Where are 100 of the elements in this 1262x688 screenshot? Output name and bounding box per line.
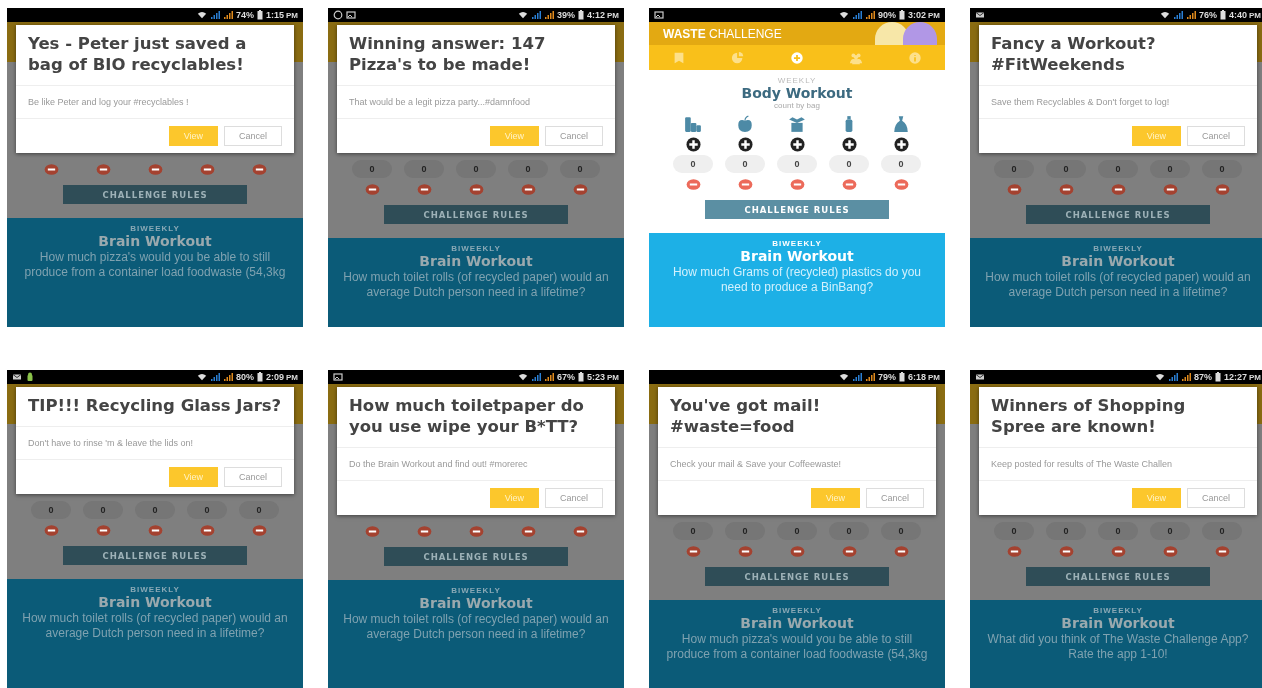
count-value: 0 [829, 155, 869, 173]
minus-button[interactable] [251, 163, 267, 175]
challenge-rules-button[interactable]: CHALLENGE RULES [384, 547, 568, 566]
minus-button[interactable] [43, 524, 59, 536]
dialog-title: TIP!!! Recycling Glass Jars? [16, 387, 294, 427]
section-label: BIWEEKLY [450, 244, 502, 253]
minus-button[interactable] [1110, 183, 1126, 195]
minus-button[interactable] [789, 178, 805, 190]
question-text: How much toilet rolls (of recycled paper) would an average Dutch person need in a lifetime? [21, 611, 289, 641]
minus-button[interactable] [685, 178, 701, 190]
cancel-button[interactable]: Cancel [1187, 126, 1245, 146]
plus-button[interactable] [737, 136, 753, 152]
section-label: BIWEEKLY [771, 239, 823, 248]
minus-button[interactable] [893, 545, 909, 557]
plus-button[interactable] [685, 136, 701, 152]
cancel-button[interactable]: Cancel [224, 467, 282, 487]
battery-level: 67% [556, 372, 575, 382]
section-title: Brain Workout [97, 594, 213, 611]
count-value: 0 [135, 501, 175, 519]
signal-icon [1167, 372, 1178, 382]
minus-button[interactable] [1162, 545, 1178, 557]
clock-meridiem: PM [286, 372, 298, 382]
minus-button[interactable] [43, 163, 59, 175]
clock-time: 3:02 [908, 10, 926, 20]
signal-icon [530, 10, 541, 20]
minus-button[interactable] [364, 525, 380, 537]
cancel-button[interactable]: Cancel [224, 126, 282, 146]
minus-button[interactable] [520, 525, 536, 537]
challenge-rules-button[interactable]: CHALLENGE RULES [384, 205, 568, 224]
count-value: 0 [1202, 160, 1242, 178]
battery-level: 39% [556, 10, 575, 20]
count-value: 0 [777, 522, 817, 540]
count-value: 0 [725, 522, 765, 540]
minus-button[interactable] [1110, 545, 1126, 557]
minus-button[interactable] [841, 545, 857, 557]
section-title: Brain Workout [418, 595, 534, 612]
image-icon [654, 10, 664, 20]
minus-button[interactable] [789, 545, 805, 557]
dialog-title: Yes - Peter just saved a bag of BIO recyclables! [16, 25, 294, 86]
robot-icon [25, 372, 35, 382]
minus-button[interactable] [520, 183, 536, 195]
minus-button[interactable] [841, 178, 857, 190]
minus-button[interactable] [199, 163, 215, 175]
cancel-button[interactable]: Cancel [545, 488, 603, 508]
minus-button[interactable] [364, 183, 380, 195]
minus-button[interactable] [1006, 545, 1022, 557]
minus-button[interactable] [685, 545, 701, 557]
minus-button[interactable] [147, 524, 163, 536]
challenge-rules-button[interactable]: CHALLENGE RULES [705, 200, 889, 219]
minus-button[interactable] [468, 183, 484, 195]
cancel-button[interactable]: Cancel [545, 126, 603, 146]
challenge-rules-button[interactable]: CHALLENGE RULES [63, 546, 247, 565]
minus-button[interactable] [1006, 183, 1022, 195]
people-icon [849, 50, 864, 65]
minus-button[interactable] [416, 183, 432, 195]
minus-button[interactable] [416, 525, 432, 537]
cancel-button[interactable]: Cancel [866, 488, 924, 508]
minus-button[interactable] [468, 525, 484, 537]
minus-button[interactable] [95, 163, 111, 175]
dialog-message: Don't have to rinse 'm & leave the lids on! [16, 427, 294, 460]
clock-meridiem: PM [928, 10, 940, 20]
dialog-title: How much toiletpaper do you use wipe your B*TT? [337, 387, 615, 448]
minus-button[interactable] [572, 183, 588, 195]
signal-icon [851, 372, 862, 382]
battery-icon [257, 372, 263, 382]
cancel-button[interactable]: Cancel [1187, 488, 1245, 508]
challenge-rules-button[interactable]: CHALLENGE RULES [1026, 205, 1210, 224]
minus-button[interactable] [1162, 183, 1178, 195]
minus-button[interactable] [1058, 183, 1074, 195]
minus-button[interactable] [147, 163, 163, 175]
minus-button[interactable] [1214, 183, 1230, 195]
section-title: Brain Workout [739, 248, 855, 265]
plus-button[interactable] [841, 136, 857, 152]
minus-button[interactable] [251, 524, 267, 536]
section-title: Brain Workout [1060, 253, 1176, 270]
minus-button[interactable] [1214, 545, 1230, 557]
photo-placeholder [903, 22, 937, 45]
count-value: 0 [1098, 522, 1138, 540]
section-label: BIWEEKLY [771, 606, 823, 615]
minus-button[interactable] [1058, 545, 1074, 557]
clock-time: 4:12 [587, 10, 605, 20]
plus-button[interactable] [893, 136, 909, 152]
minus-button[interactable] [95, 524, 111, 536]
battery-level: 80% [235, 372, 254, 382]
plus-button[interactable] [789, 136, 805, 152]
minus-button[interactable] [572, 525, 588, 537]
section-title: Brain Workout [739, 615, 855, 632]
minus-button[interactable] [893, 178, 909, 190]
dialog-title: You've got mail! #waste=food [658, 387, 936, 448]
challenge-rules-button[interactable]: CHALLENGE RULES [63, 185, 247, 204]
challenge-rules-button[interactable]: CHALLENGE RULES [1026, 567, 1210, 586]
plus-icon [789, 50, 804, 65]
minus-button[interactable] [737, 178, 753, 190]
image-icon [333, 372, 343, 382]
challenge-rules-button[interactable]: CHALLENGE RULES [705, 567, 889, 586]
minus-button[interactable] [737, 545, 753, 557]
question-text: How much toilet rolls (of recycled paper) would an average Dutch person need in a lifetime? [342, 270, 610, 300]
count-value: 0 [83, 501, 123, 519]
mail-icon [12, 372, 22, 382]
minus-button[interactable] [199, 524, 215, 536]
